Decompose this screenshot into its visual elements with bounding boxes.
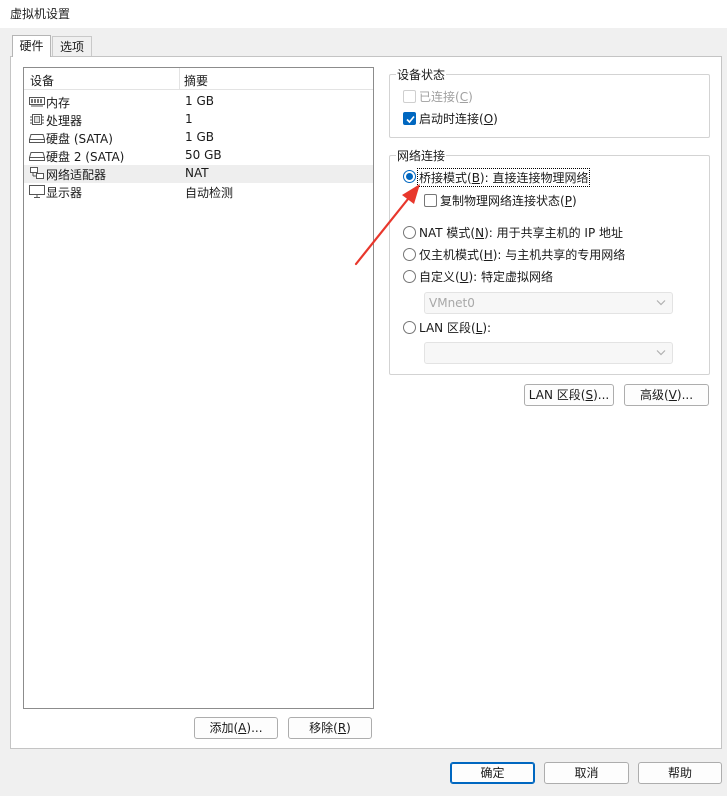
connected-checkbox[interactable] — [403, 90, 416, 103]
device-summary: 50 GB — [185, 148, 222, 162]
custom-radio[interactable] — [403, 270, 416, 283]
radio-dot — [406, 173, 413, 180]
device-row-network-adapter[interactable]: 网络适配器 NAT — [24, 165, 373, 183]
device-name: 硬盘 (SATA) — [46, 130, 113, 147]
hard-disk-icon — [29, 131, 45, 144]
device-name: 显示器 — [46, 184, 82, 201]
bridged-label: 桥接模式(B): 直接连接物理网络 — [417, 168, 590, 187]
device-row-hard-disk-1[interactable]: 硬盘 (SATA) 1 GB — [24, 129, 373, 147]
device-row-processor[interactable]: 处理器 1 — [24, 111, 373, 129]
lan-segment-radio[interactable] — [403, 321, 416, 334]
window-title: 虚拟机设置 — [10, 5, 70, 22]
device-summary: NAT — [185, 166, 209, 180]
custom-label: 自定义(U): 特定虚拟网络 — [419, 268, 553, 285]
device-name: 内存 — [46, 94, 70, 111]
column-header-summary[interactable]: 摘要 — [184, 72, 208, 89]
device-name: 网络适配器 — [46, 166, 106, 183]
column-header-device[interactable]: 设备 — [30, 72, 54, 89]
device-row-display[interactable]: 显示器 自动检测 — [24, 183, 373, 201]
device-status-group — [389, 74, 710, 138]
display-icon — [29, 185, 45, 198]
device-row-memory[interactable]: 内存 1 GB — [24, 93, 373, 111]
device-list-header: 设备 摘要 — [24, 68, 373, 90]
remove-device-button[interactable]: 移除(R) — [288, 717, 372, 739]
chevron-down-icon — [656, 349, 666, 356]
device-status-label: 设备状态 — [396, 66, 446, 83]
checkmark-icon — [405, 114, 416, 125]
replicate-state-label: 复制物理网络连接状态(P) — [440, 192, 577, 209]
device-summary: 1 — [185, 112, 193, 126]
memory-icon — [29, 95, 45, 108]
connect-at-power-on-checkbox[interactable] — [403, 112, 416, 125]
column-separator[interactable] — [179, 68, 180, 89]
tab-options[interactable]: 选项 — [52, 36, 92, 57]
ok-button[interactable]: 确定 — [450, 762, 535, 784]
dropdown-value: VMnet0 — [429, 296, 475, 310]
replicate-state-checkbox[interactable] — [424, 194, 437, 207]
custom-network-dropdown[interactable]: VMnet0 — [424, 292, 673, 314]
add-device-button[interactable]: 添加(A)... — [194, 717, 278, 739]
lan-segment-dropdown[interactable] — [424, 342, 673, 364]
network-adapter-icon — [29, 167, 45, 180]
tab-hardware[interactable]: 硬件 — [12, 35, 51, 57]
host-only-label: 仅主机模式(H): 与主机共享的专用网络 — [419, 246, 625, 263]
connect-at-power-on-label: 启动时连接(O) — [419, 110, 498, 127]
help-button[interactable]: 帮助 — [638, 762, 722, 784]
device-row-hard-disk-2[interactable]: 硬盘 2 (SATA) 50 GB — [24, 147, 373, 165]
cancel-button[interactable]: 取消 — [544, 762, 629, 784]
lan-segment-label: LAN 区段(L): — [419, 319, 491, 336]
lan-segments-button[interactable]: LAN 区段(S)... — [524, 384, 614, 406]
device-summary: 1 GB — [185, 94, 214, 108]
title-bar: 虚拟机设置 — [0, 0, 727, 28]
chevron-down-icon — [656, 299, 666, 306]
nat-label: NAT 模式(N): 用于共享主机的 IP 地址 — [419, 224, 623, 241]
advanced-button[interactable]: 高级(V)... — [624, 384, 709, 406]
device-summary: 1 GB — [185, 130, 214, 144]
device-summary: 自动检测 — [185, 184, 233, 201]
hard-disk-icon — [29, 149, 45, 162]
cpu-icon — [29, 113, 45, 126]
network-connection-label: 网络连接 — [396, 147, 446, 164]
connected-label: 已连接(C) — [419, 88, 473, 105]
annotation-arrow-icon — [350, 180, 425, 270]
device-name: 处理器 — [46, 112, 82, 129]
device-name: 硬盘 2 (SATA) — [46, 148, 124, 165]
